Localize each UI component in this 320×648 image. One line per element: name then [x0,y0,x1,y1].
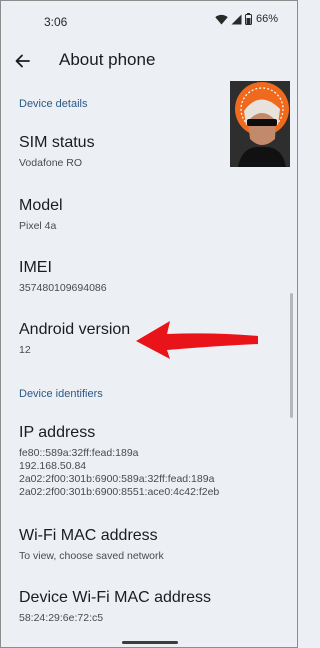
pref-title: Device Wi-Fi MAC address [19,589,212,606]
battery-icon [244,13,252,25]
pref-title: Model [19,197,63,214]
signal-icon [231,14,242,25]
red-arrow-annotation [136,321,258,359]
pref-model[interactable]: Model Pixel 4a [19,196,63,233]
pref-imei[interactable]: IMEI 357480109694086 [19,258,107,295]
page-title: About phone [59,50,156,69]
section-header-device-identifiers: Device identifiers [19,388,103,400]
about-phone-screen: 3:06 66% About phone Device details SIM … [0,0,298,648]
pref-sim-status[interactable]: SIM status Vodafone RO [19,133,95,170]
pref-summary: fe80::589a:32ff:fead:189a 192.168.50.84 … [19,447,220,498]
pref-title: SIM status [19,134,95,151]
pref-summary: 357480109694086 [19,282,107,294]
wifi-icon [215,14,228,25]
home-indicator[interactable] [122,641,178,644]
pref-device-wifi-mac-address[interactable]: Device Wi-Fi MAC address 58:24:29:6e:72:… [19,588,211,625]
pref-title: Android version [19,321,131,338]
pref-title: Wi-Fi MAC address [19,527,158,544]
pref-title: IP address [19,424,96,441]
pref-summary: 12 [19,344,31,356]
scrollbar[interactable] [290,293,293,418]
pref-summary: To view, choose saved network [19,550,164,562]
pref-summary: Vodafone RO [19,157,83,169]
section-header-device-details: Device details [19,98,88,110]
status-bar: 3:06 66% [1,1,297,41]
pref-summary: 58:24:29:6e:72:c5 [19,612,104,624]
back-arrow-icon[interactable] [13,51,33,71]
status-icons: 66% [215,13,278,25]
pref-title: IMEI [19,259,52,276]
pref-summary: Pixel 4a [19,220,57,232]
status-time: 3:06 [44,15,68,29]
pref-wifi-mac-address[interactable]: Wi-Fi MAC address To view, choose saved … [19,526,164,563]
pref-android-version[interactable]: Android version 12 [19,320,130,357]
battery-percentage: 66% [255,13,278,25]
app-bar: About phone [1,41,297,81]
avatar [230,81,290,167]
pref-ip-address[interactable]: IP address fe80::589a:32ff:fead:189a 192… [19,423,219,499]
